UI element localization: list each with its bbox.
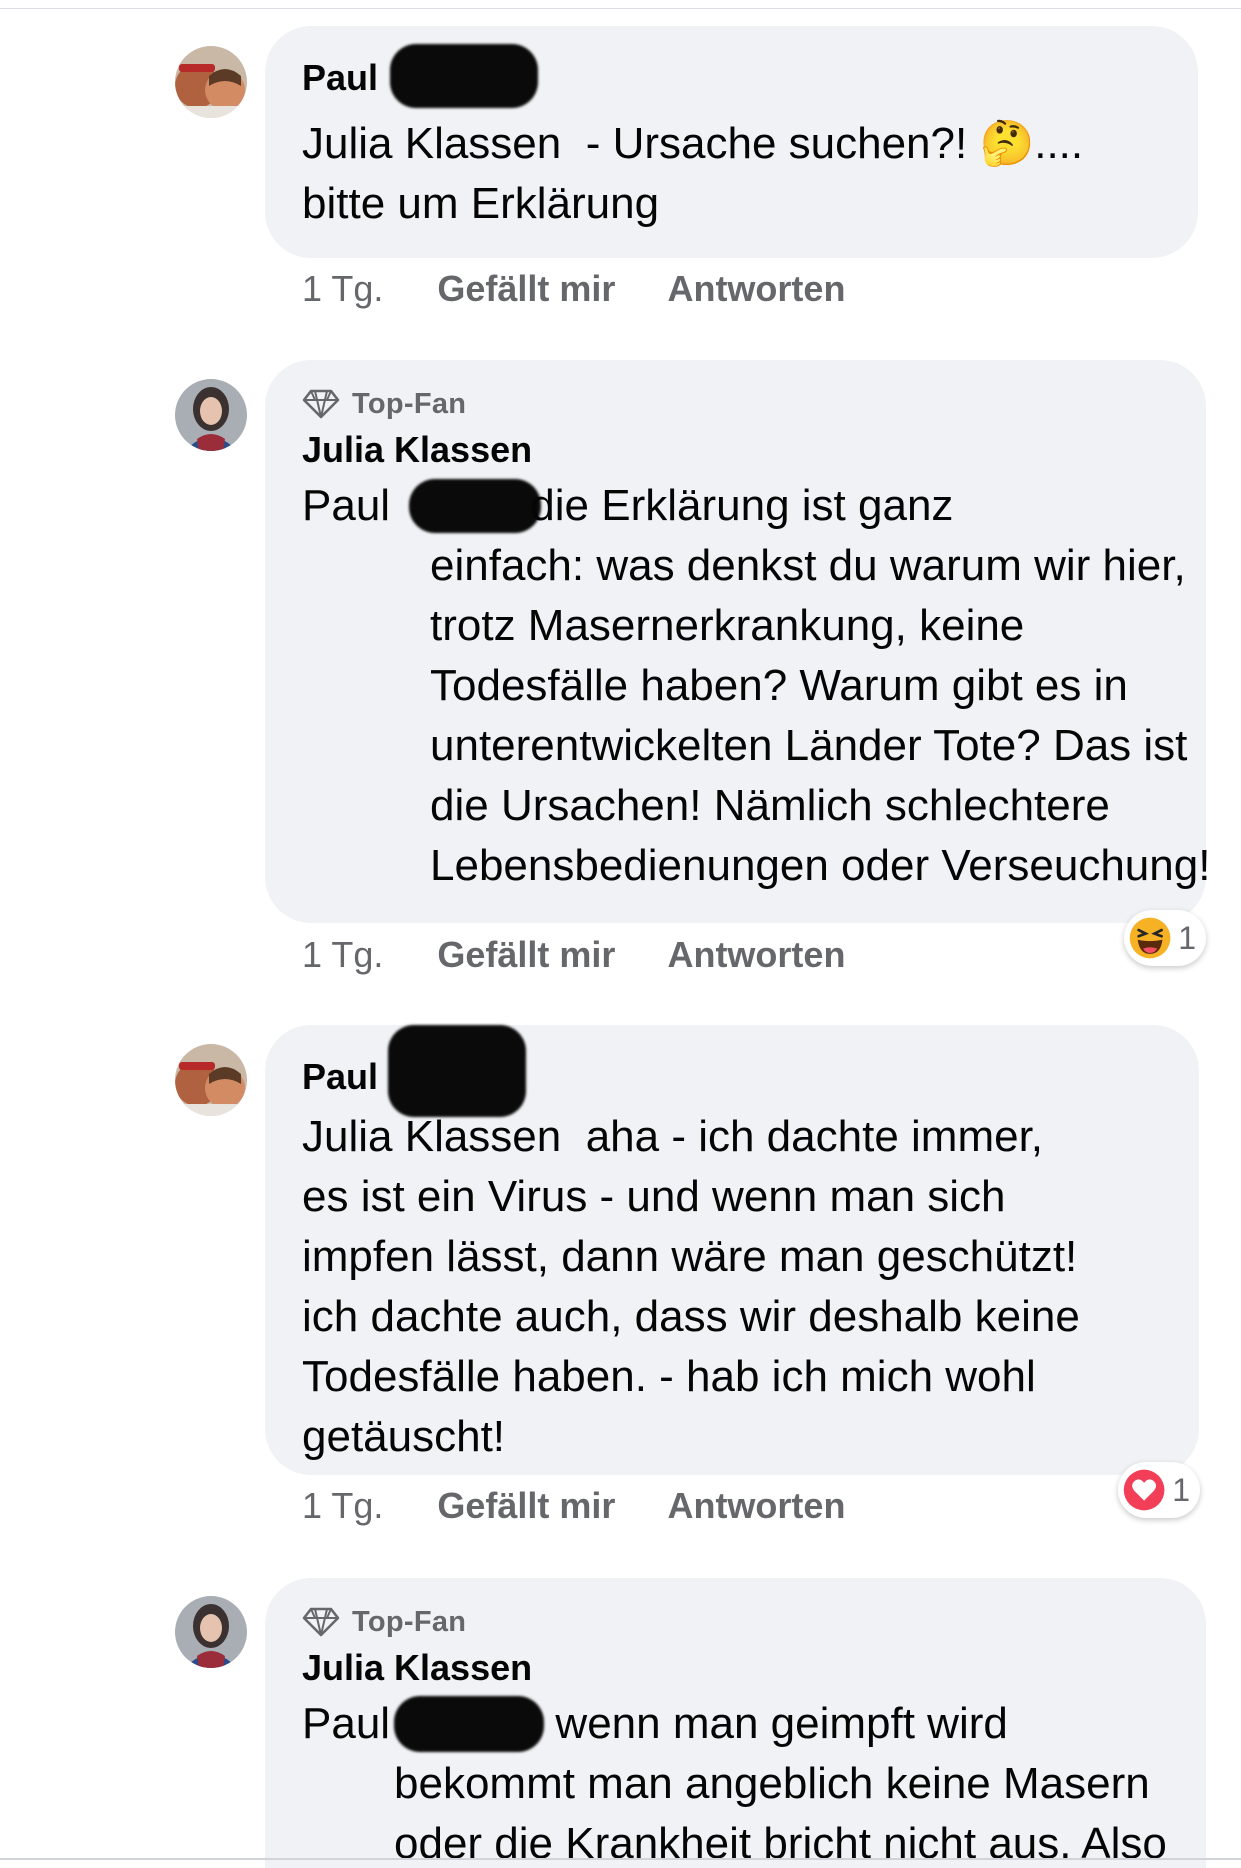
love-reaction-icon xyxy=(1123,1469,1165,1511)
redaction-mark xyxy=(390,44,538,108)
comment-author[interactable]: Paul xyxy=(302,44,538,108)
comment-body: wenn man geimpft wird bekommt man angebl… xyxy=(394,1699,1167,1868)
top-fan-label: Top-Fan xyxy=(352,1605,467,1638)
comment-bubble: Paul Julia Klassen aha - ich dachte imme… xyxy=(265,1025,1199,1475)
reaction-count: 1 xyxy=(1172,1471,1190,1508)
comment-author[interactable]: Julia Klassen xyxy=(302,424,532,476)
comment-actions: 1 Tg. Gefällt mir Antworten xyxy=(302,264,845,314)
like-button[interactable]: Gefällt mir xyxy=(437,1485,615,1527)
comment-timestamp[interactable]: 1 Tg. xyxy=(302,1485,383,1527)
reply-button[interactable]: Antworten xyxy=(667,268,845,310)
like-button[interactable]: Gefällt mir xyxy=(437,268,615,310)
comment-bubble: Paul Julia Klassen - Ursache suchen?! 🤔.… xyxy=(265,26,1198,258)
reaction-count: 1 xyxy=(1178,919,1196,956)
avatar-photo-icon xyxy=(175,1596,247,1668)
reaction-summary[interactable]: 1 xyxy=(1124,910,1206,966)
top-fan-label: Top-Fan xyxy=(352,387,467,420)
top-fan-badge: Top-Fan xyxy=(302,1602,1170,1642)
comment-actions: 1 Tg. Gefällt mir Antworten xyxy=(302,930,845,980)
comment-author[interactable]: Paul xyxy=(302,1025,526,1117)
avatar-julia[interactable] xyxy=(175,379,247,451)
avatar-photo-icon xyxy=(175,1044,247,1116)
comment-timestamp[interactable]: 1 Tg. xyxy=(302,934,383,976)
reply-button[interactable]: Antworten xyxy=(667,934,845,976)
avatar-paul[interactable] xyxy=(175,1044,247,1116)
comment-timestamp[interactable]: 1 Tg. xyxy=(302,268,383,310)
redaction-mark xyxy=(388,1025,526,1117)
comment-text: Paul die Erklärung ist ganz einfach: was… xyxy=(302,476,1210,896)
avatar-photo-icon xyxy=(175,379,247,451)
diamond-icon xyxy=(302,389,340,419)
top-fan-badge: Top-Fan xyxy=(302,384,1170,424)
comment-bubble: Top-Fan Julia Klassen Paul die Erklärung… xyxy=(265,360,1210,923)
comment-body: die Erklärung ist ganz einfach: was denk… xyxy=(430,481,1211,890)
comment-text: Julia Klassen - Ursache suchen?! 🤔.... b… xyxy=(302,119,1084,228)
reaction-summary[interactable]: 1 xyxy=(1118,1462,1200,1518)
reply-button[interactable]: Antworten xyxy=(667,1485,845,1527)
diamond-icon xyxy=(302,1607,340,1637)
comment-author[interactable]: Julia Klassen xyxy=(302,1642,532,1694)
mention-link[interactable]: Paul xyxy=(302,1699,390,1748)
avatar-photo-icon xyxy=(175,46,247,118)
haha-reaction-icon xyxy=(1129,917,1171,959)
avatar-paul[interactable] xyxy=(175,46,247,118)
avatar-julia[interactable] xyxy=(175,1596,247,1668)
bottom-edge xyxy=(0,1858,1241,1860)
comment-text: Julia Klassen aha - ich dachte immer, es… xyxy=(302,1112,1080,1461)
top-divider xyxy=(0,8,1241,9)
like-button[interactable]: Gefällt mir xyxy=(437,934,615,976)
comment-text: Paul wenn man geimpft wird bekommt man a… xyxy=(302,1694,1170,1868)
mention-link[interactable]: Paul xyxy=(302,481,390,530)
comment-bubble: Top-Fan Julia Klassen Paul wenn man geim… xyxy=(265,1578,1206,1868)
comment-actions: 1 Tg. Gefällt mir Antworten xyxy=(302,1481,845,1531)
